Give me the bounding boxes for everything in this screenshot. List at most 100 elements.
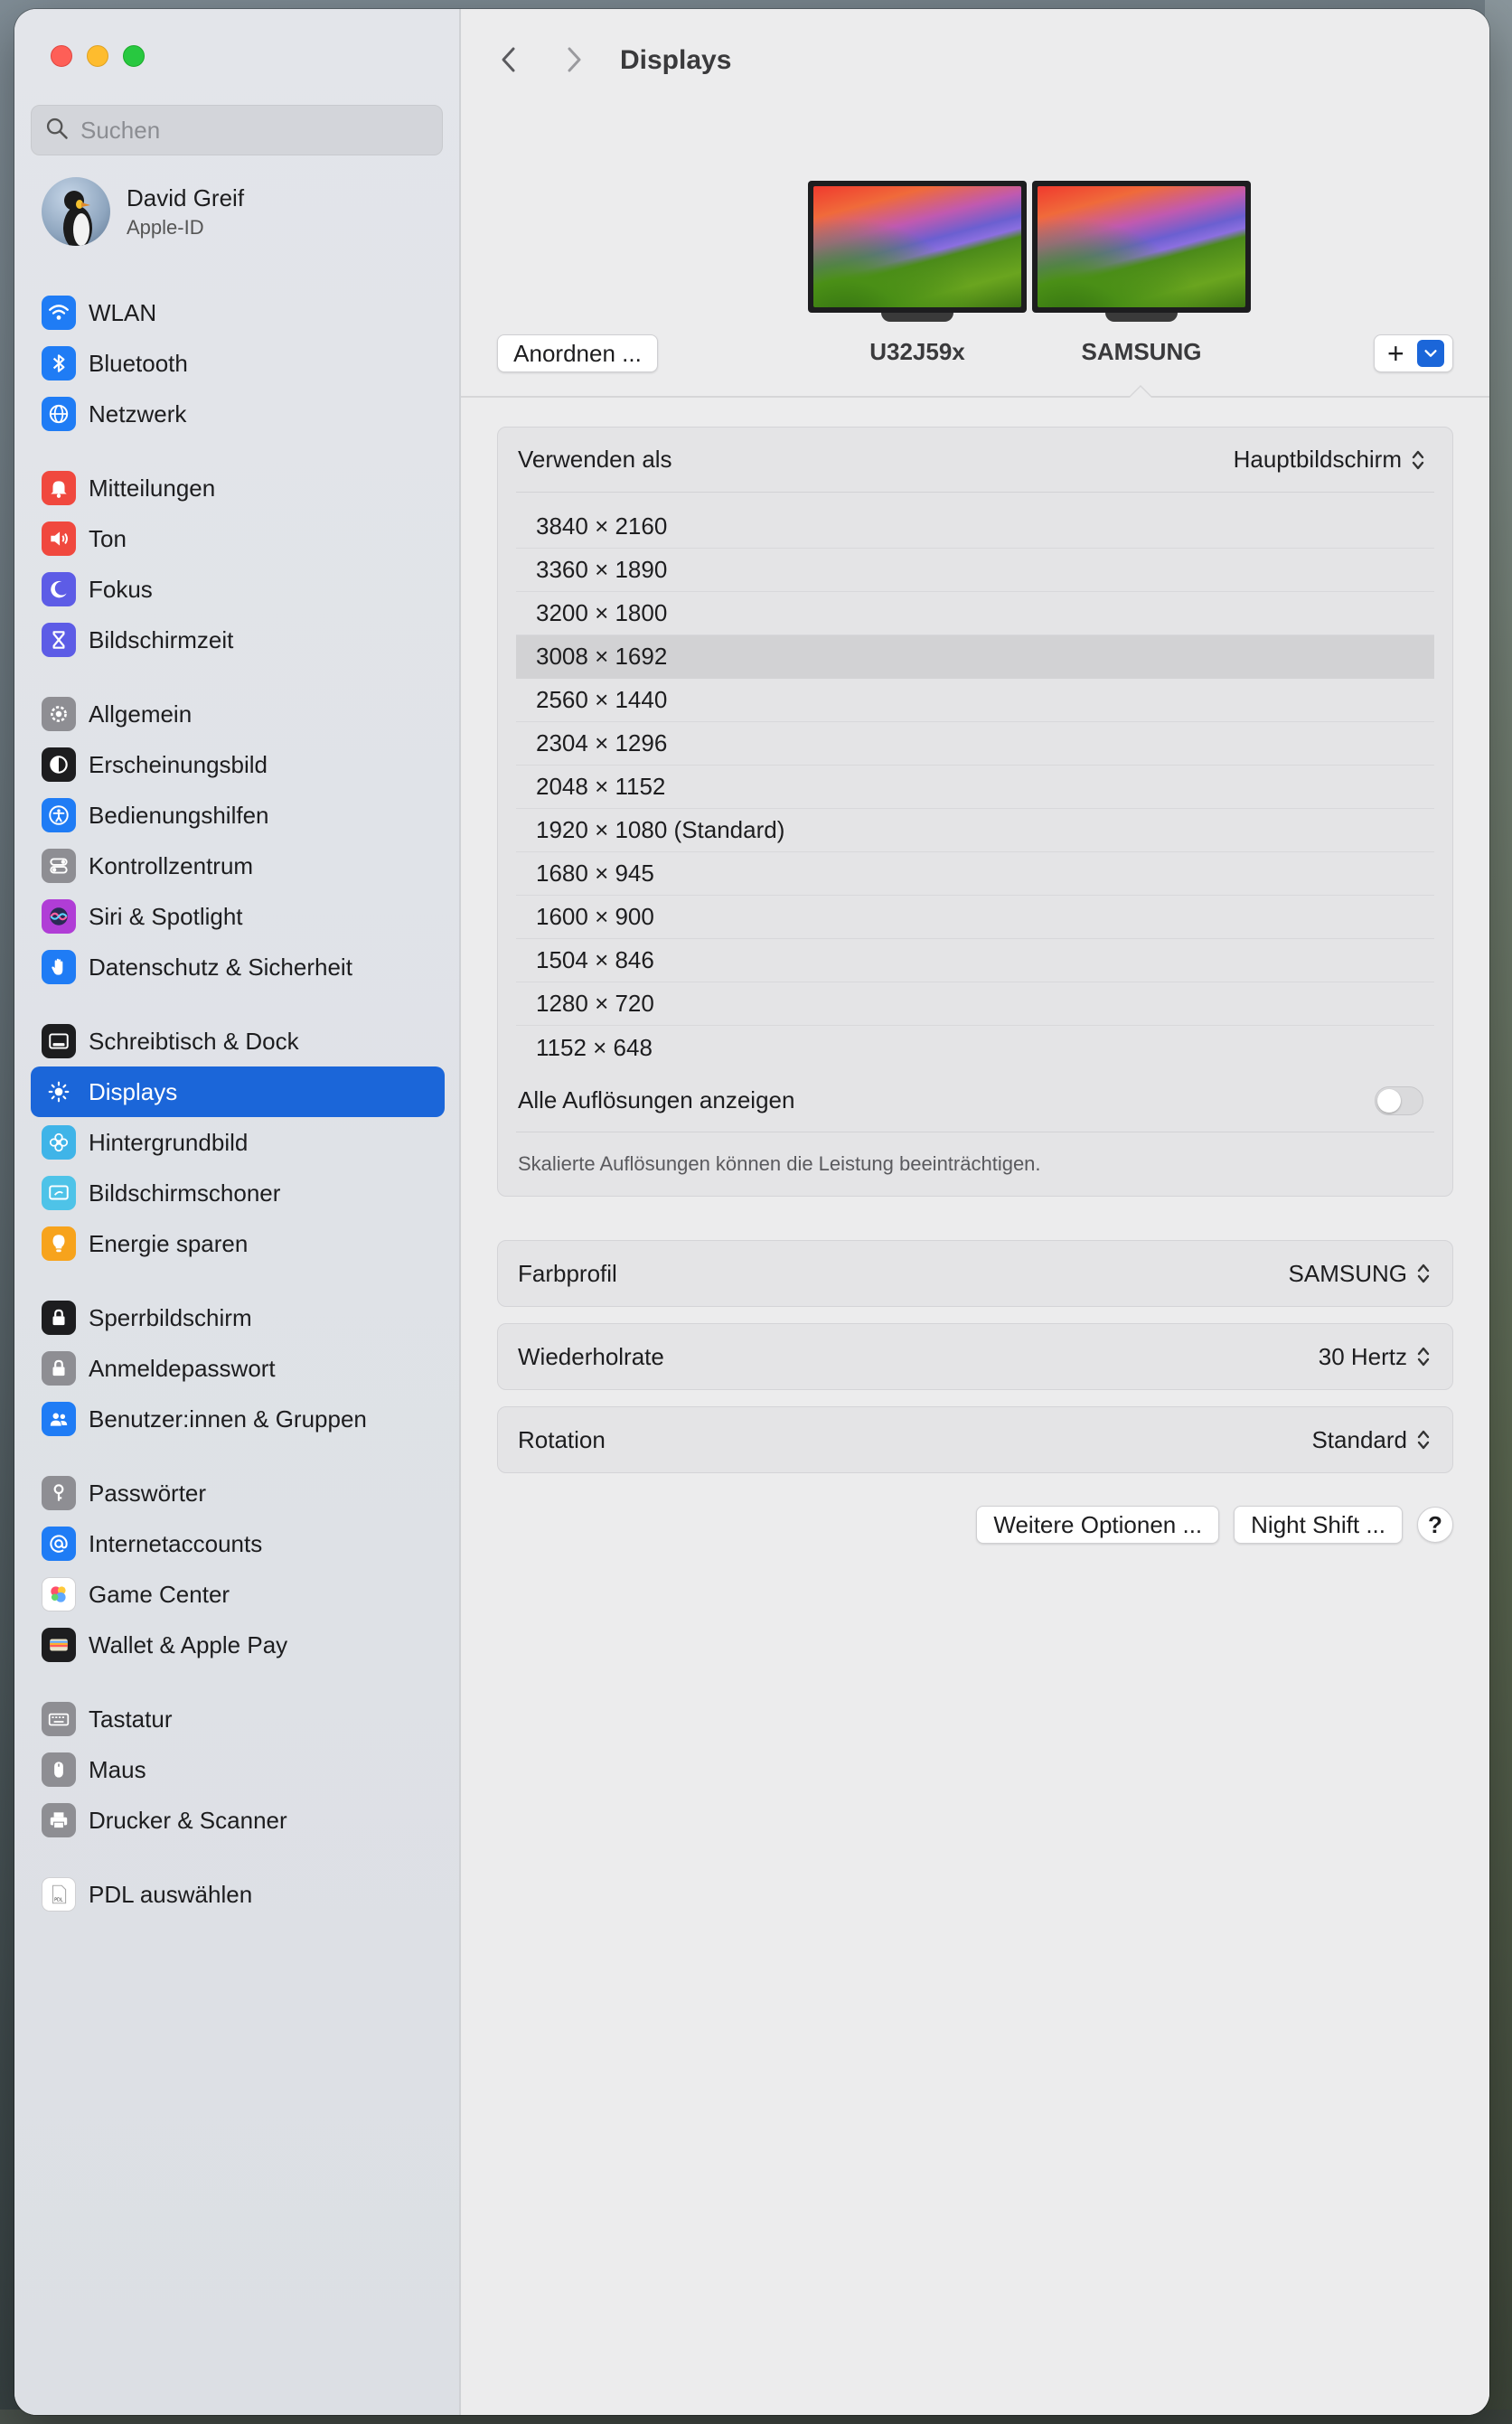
sun-icon <box>42 1075 76 1109</box>
sidebar-item-netzwerk[interactable]: Netzwerk <box>31 389 445 439</box>
wallpaper-thumbnail <box>1038 186 1245 307</box>
bell-icon <box>42 471 76 505</box>
sidebar-item-anmeldepasswort[interactable]: Anmeldepasswort <box>31 1343 445 1394</box>
hand-icon <box>42 950 76 984</box>
sidebar-item-passwörter[interactable]: Passwörter <box>31 1468 445 1518</box>
main-content: Displays Anordnen ... U32J59x SAMSUNG + <box>461 9 1489 2415</box>
sidebar-item-label: WLAN <box>89 298 157 326</box>
resolution-option[interactable]: 3200 × 1800 <box>516 592 1434 635</box>
sidebar: David Greif Apple-ID WLAN Bluetooth Netzwe… <box>14 9 461 2415</box>
profile-subtitle: Apple-ID <box>127 215 204 239</box>
forward-button[interactable] <box>559 42 589 78</box>
siri-icon <box>42 899 76 934</box>
sidebar-item-schreibtisch-dock[interactable]: Schreibtisch & Dock <box>31 1016 445 1066</box>
dock-icon <box>42 1024 76 1058</box>
sidebar-item-displays[interactable]: Displays <box>31 1066 445 1117</box>
use-as-popup[interactable]: Hauptbildschirm <box>1234 446 1427 474</box>
close-window-button[interactable] <box>51 45 72 67</box>
resolution-option[interactable]: 3008 × 1692 <box>516 635 1434 679</box>
sidebar-item-label: Hintergrundbild <box>89 1128 249 1156</box>
sidebar-item-game-center[interactable]: Game Center <box>31 1569 445 1620</box>
resolution-option[interactable]: 2048 × 1152 <box>516 766 1434 809</box>
screensaver-icon <box>42 1176 76 1210</box>
use-as-value: Hauptbildschirm <box>1233 446 1402 473</box>
wallpaper-thumbnail <box>813 186 1021 307</box>
apple-id-profile[interactable]: David Greif Apple-ID <box>42 177 244 246</box>
sidebar-separator <box>31 1444 445 1468</box>
resolution-option[interactable]: 3360 × 1890 <box>516 549 1434 592</box>
resolution-option[interactable]: 3840 × 2160 <box>516 505 1434 549</box>
color-profile-group: Farbprofil SAMSUNG <box>497 1240 1453 1307</box>
sidebar-item-hintergrundbild[interactable]: Hintergrundbild <box>31 1117 445 1168</box>
resolution-option[interactable]: 1152 × 648 <box>516 1026 1434 1069</box>
sidebar-item-label: Erscheinungsbild <box>89 750 268 778</box>
search-input[interactable] <box>80 116 424 145</box>
sidebar-item-fokus[interactable]: Fokus <box>31 564 445 615</box>
color-profile-popup[interactable]: SAMSUNG <box>1289 1260 1432 1288</box>
resolution-option[interactable]: 1504 × 846 <box>516 939 1434 982</box>
sidebar-item-bedienungshilfen[interactable]: Bedienungshilfen <box>31 790 445 841</box>
sidebar-item-label: Game Center <box>89 1580 230 1608</box>
rotation-popup[interactable]: Standard <box>1311 1426 1432 1454</box>
add-display-button[interactable]: + <box>1374 334 1453 372</box>
search-field[interactable] <box>31 105 443 155</box>
scaling-note: Skalierte Auflösungen können die Leistun… <box>518 1152 1041 1175</box>
sidebar-item-siri-spotlight[interactable]: Siri & Spotlight <box>31 891 445 942</box>
users-icon <box>42 1402 76 1436</box>
sidebar-item-benutzer-innen-gruppen[interactable]: Benutzer:innen & Gruppen <box>31 1394 445 1444</box>
back-button[interactable] <box>493 42 524 78</box>
night-shift-button[interactable]: Night Shift ... <box>1234 1506 1403 1544</box>
printer-icon <box>42 1803 76 1837</box>
sidebar-item-bildschirmschoner[interactable]: Bildschirmschoner <box>31 1168 445 1218</box>
chevron-down-icon[interactable] <box>1416 340 1444 367</box>
sidebar-item-ton[interactable]: Ton <box>31 513 445 564</box>
sidebar-item-bildschirmzeit[interactable]: Bildschirmzeit <box>31 615 445 665</box>
resolution-option[interactable]: 1600 × 900 <box>516 896 1434 939</box>
help-button[interactable]: ? <box>1417 1507 1453 1543</box>
speaker-icon <box>42 521 76 556</box>
bluetooth-icon <box>42 346 76 381</box>
sidebar-item-internetaccounts[interactable]: Internetaccounts <box>31 1518 445 1569</box>
display-samsung[interactable] <box>1032 181 1251 325</box>
color-profile-label: Farbprofil <box>518 1259 617 1287</box>
sidebar-item-bluetooth[interactable]: Bluetooth <box>31 338 445 389</box>
display-u32j59x[interactable] <box>808 181 1027 325</box>
svg-text:PDL: PDL <box>54 1898 63 1903</box>
resolution-option[interactable]: 1280 × 720 <box>516 982 1434 1026</box>
toggles-icon <box>42 849 76 883</box>
sidebar-item-label: Wallet & Apple Pay <box>89 1630 288 1658</box>
sidebar-item-wallet-apple-pay[interactable]: Wallet & Apple Pay <box>31 1620 445 1670</box>
sidebar-separator <box>31 1269 445 1292</box>
sidebar-item-mitteilungen[interactable]: Mitteilungen <box>31 463 445 513</box>
sidebar-item-erscheinungsbild[interactable]: Erscheinungsbild <box>31 739 445 790</box>
refresh-rate-popup[interactable]: 30 Hertz <box>1319 1343 1432 1371</box>
resolution-option[interactable]: 2560 × 1440 <box>516 679 1434 722</box>
sidebar-item-maus[interactable]: Maus <box>31 1744 445 1795</box>
sidebar-item-tastatur[interactable]: Tastatur <box>31 1694 445 1744</box>
more-options-button[interactable]: Weitere Optionen ... <box>976 1506 1220 1544</box>
sidebar-item-allgemein[interactable]: Allgemein <box>31 689 445 739</box>
resolution-option[interactable]: 1920 × 1080 (Standard) <box>516 809 1434 852</box>
resolution-option[interactable]: 2304 × 1296 <box>516 722 1434 766</box>
zoom-window-button[interactable] <box>123 45 145 67</box>
flower-icon <box>42 1125 76 1160</box>
lock-screen-icon <box>42 1301 76 1335</box>
sidebar-item-label: Displays <box>89 1077 178 1105</box>
show-all-toggle[interactable] <box>1375 1085 1423 1115</box>
minimize-window-button[interactable] <box>87 45 108 67</box>
sidebar-item-energie-sparen[interactable]: Energie sparen <box>31 1218 445 1269</box>
sidebar-item-drucker-scanner[interactable]: Drucker & Scanner <box>31 1795 445 1846</box>
display-label: U32J59x <box>869 338 965 365</box>
sidebar-item-label: Bluetooth <box>89 349 188 377</box>
sidebar-item-label: Fokus <box>89 575 153 603</box>
resolution-option[interactable]: 1680 × 945 <box>516 852 1434 896</box>
sidebar-item-wlan[interactable]: WLAN <box>31 287 445 338</box>
sidebar-item-sperrbildschirm[interactable]: Sperrbildschirm <box>31 1292 445 1343</box>
sidebar-item-datenschutz-sicherheit[interactable]: Datenschutz & Sicherheit <box>31 942 445 992</box>
refresh-rate-label: Wiederholrate <box>518 1342 664 1370</box>
pdl-icon: PDL <box>42 1877 76 1912</box>
sidebar-item-kontrollzentrum[interactable]: Kontrollzentrum <box>31 841 445 891</box>
sidebar-item-label: Maus <box>89 1755 146 1783</box>
sidebar-item-pdl-auswählen[interactable]: PDL PDL auswählen <box>31 1869 445 1920</box>
arrange-button[interactable]: Anordnen ... <box>497 334 658 372</box>
